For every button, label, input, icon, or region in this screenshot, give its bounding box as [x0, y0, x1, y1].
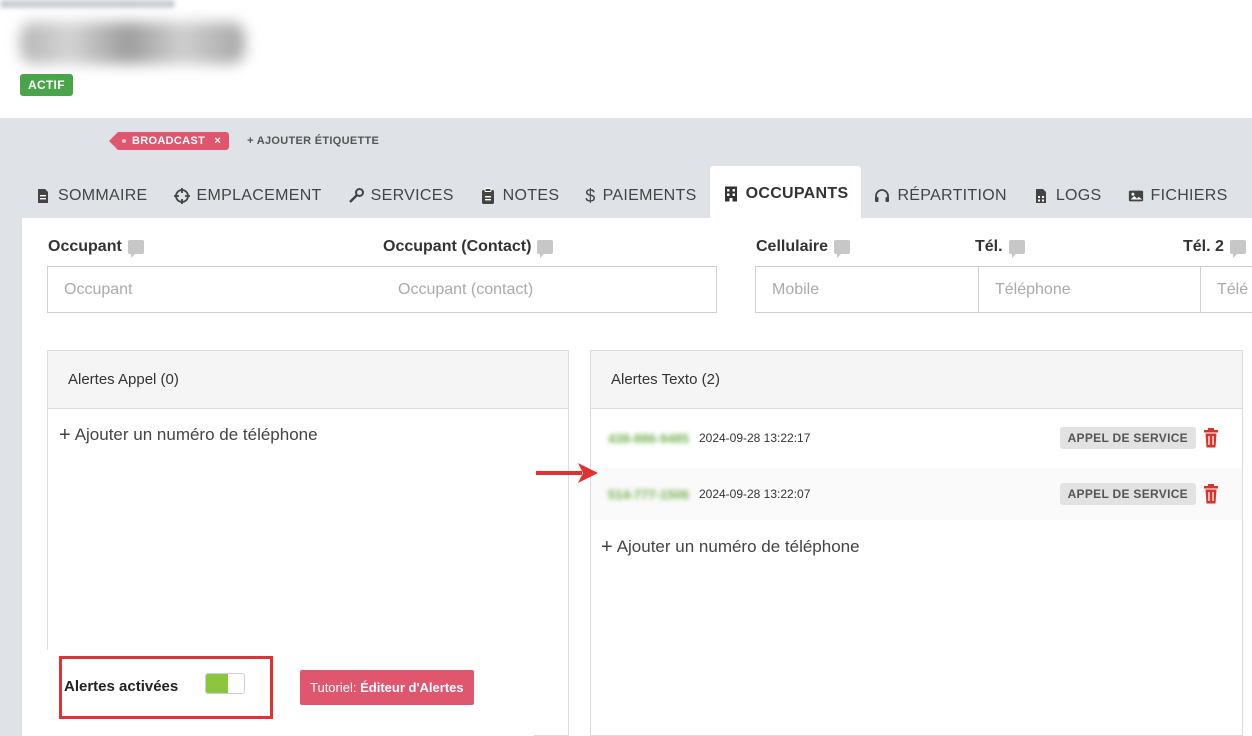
- crosshair-icon: [173, 188, 190, 204]
- image-icon: [1128, 190, 1143, 202]
- document-icon: [38, 189, 48, 203]
- help-icon[interactable]: [127, 240, 144, 258]
- sms-alert-row: 514-777-1506 2024-09-28 13:22:07 APPEL D…: [591, 468, 1242, 520]
- red-arrow-annotation: [536, 463, 598, 483]
- tab-emplacement[interactable]: EMPLACEMENT: [161, 174, 335, 218]
- help-icon[interactable]: [1008, 240, 1025, 258]
- label-text: Occupant: [48, 238, 122, 255]
- add-tag-link[interactable]: + AJOUTER ÉTIQUETTE: [247, 135, 379, 147]
- tab-label: RÉPARTITION: [897, 187, 1007, 204]
- blurred-page-title: [20, 22, 245, 64]
- blurred-subtitle: [0, 0, 175, 8]
- label-text: Tél. 2: [1183, 238, 1224, 255]
- clipboard-icon: [481, 188, 494, 204]
- tag-label: BROADCAST: [132, 135, 205, 147]
- mobile-input[interactable]: [755, 266, 979, 313]
- page-header: ACTIF: [0, 0, 1252, 118]
- plus-icon: +: [59, 424, 71, 446]
- workspace: BROADCAST × + AJOUTER ÉTIQUETTE SOMMAIRE…: [0, 118, 1252, 736]
- add-call-phone-link[interactable]: + Ajouter un numéro de téléphone: [59, 425, 318, 445]
- add-sms-phone-link[interactable]: + Ajouter un numéro de téléphone: [601, 537, 860, 557]
- sms-time: 2024-09-28 13:22:07: [698, 487, 811, 501]
- tab-label: SERVICES: [370, 187, 454, 204]
- sms-alert-row: 438-886-9485 2024-09-28 13:22:17 APPEL D…: [591, 412, 1242, 464]
- alerts-enabled-label: Alertes activées: [64, 678, 179, 695]
- telephone2-input[interactable]: [1201, 266, 1252, 313]
- telephone-input[interactable]: [979, 266, 1201, 313]
- alerts-enabled-toggle[interactable]: [205, 673, 245, 694]
- tutorial-name: Éditeur d'Alertes: [360, 680, 464, 695]
- sms-alerts-title: Alertes Texto (2): [591, 351, 1242, 409]
- tab-paiements[interactable]: $ PAIEMENTS: [572, 174, 709, 218]
- call-alerts-title: Alertes Appel (0): [48, 351, 568, 409]
- label-text: Occupant (Contact): [383, 238, 532, 255]
- trash-icon[interactable]: [1203, 484, 1219, 504]
- cellulaire-label: Cellulaire: [756, 238, 851, 258]
- tutorial-prefix: Tutoriel:: [310, 680, 357, 695]
- occupant-contact-label: Occupant (Contact): [383, 238, 554, 258]
- calculator-icon: [1035, 189, 1046, 203]
- tel2-label: Tél. 2: [1183, 238, 1246, 258]
- tab-label: PAIEMENTS: [602, 187, 697, 204]
- tab-label: FICHIERS: [1150, 187, 1228, 204]
- sms-alerts-card: Alertes Texto (2) 438-886-9485 2024-09-2…: [590, 350, 1243, 736]
- tab-label: SOMMAIRE: [58, 187, 148, 204]
- tab-sommaire[interactable]: SOMMAIRE: [22, 174, 161, 218]
- dollar-icon: $: [585, 185, 596, 206]
- service-call-badge: APPEL DE SERVICE: [1059, 427, 1196, 449]
- tab-services[interactable]: SERVICES: [335, 174, 467, 218]
- tab-label: NOTES: [502, 187, 560, 204]
- building-icon: [724, 186, 737, 202]
- occupant-input[interactable]: [47, 266, 383, 313]
- tag-dot-icon: [122, 139, 126, 143]
- help-icon[interactable]: [834, 240, 851, 258]
- status-badge: ACTIF: [20, 74, 73, 96]
- tab-fichiers[interactable]: FICHIERS: [1115, 174, 1241, 218]
- label-text: Tél.: [975, 238, 1003, 255]
- sms-phone: 438-886-9485: [608, 430, 689, 446]
- wrench-icon: [348, 188, 364, 203]
- service-call-badge: APPEL DE SERVICE: [1059, 483, 1196, 505]
- tab-repartition[interactable]: RÉPARTITION: [861, 174, 1019, 218]
- add-phone-label: Ajouter un numéro de téléphone: [616, 537, 860, 556]
- add-phone-label: Ajouter un numéro de téléphone: [74, 425, 318, 444]
- tutorial-alert-editor-button[interactable]: Tutoriel: Éditeur d'Alertes: [300, 670, 474, 705]
- tel-label: Tél.: [975, 238, 1025, 258]
- headset-icon: [875, 189, 890, 202]
- tab-logs[interactable]: LOGS: [1020, 174, 1115, 218]
- sms-time: 2024-09-28 13:22:17: [698, 431, 811, 445]
- tab-notes[interactable]: NOTES: [467, 174, 573, 218]
- help-icon[interactable]: [1229, 240, 1246, 258]
- label-text: Cellulaire: [756, 238, 829, 255]
- help-icon[interactable]: [537, 240, 554, 258]
- tab-bar: SOMMAIRE EMPLACEMENT SERVICES NOTES $ PA…: [22, 166, 1241, 218]
- plus-icon: +: [601, 536, 613, 558]
- toggle-on-fill: [206, 674, 228, 693]
- tag-broadcast[interactable]: BROADCAST ×: [108, 132, 230, 150]
- occupant-label: Occupant: [48, 238, 144, 258]
- tab-label: LOGS: [1055, 187, 1102, 204]
- tab-label: EMPLACEMENT: [196, 187, 322, 204]
- tag-remove-icon[interactable]: ×: [214, 135, 221, 147]
- tag-bar: BROADCAST × + AJOUTER ÉTIQUETTE: [108, 132, 379, 150]
- tab-label: OCCUPANTS: [745, 185, 849, 202]
- occupant-contact-input[interactable]: [382, 266, 717, 313]
- sms-phone: 514-777-1506: [608, 486, 689, 502]
- tab-occupants[interactable]: OCCUPANTS: [709, 166, 862, 218]
- trash-icon[interactable]: [1203, 428, 1219, 448]
